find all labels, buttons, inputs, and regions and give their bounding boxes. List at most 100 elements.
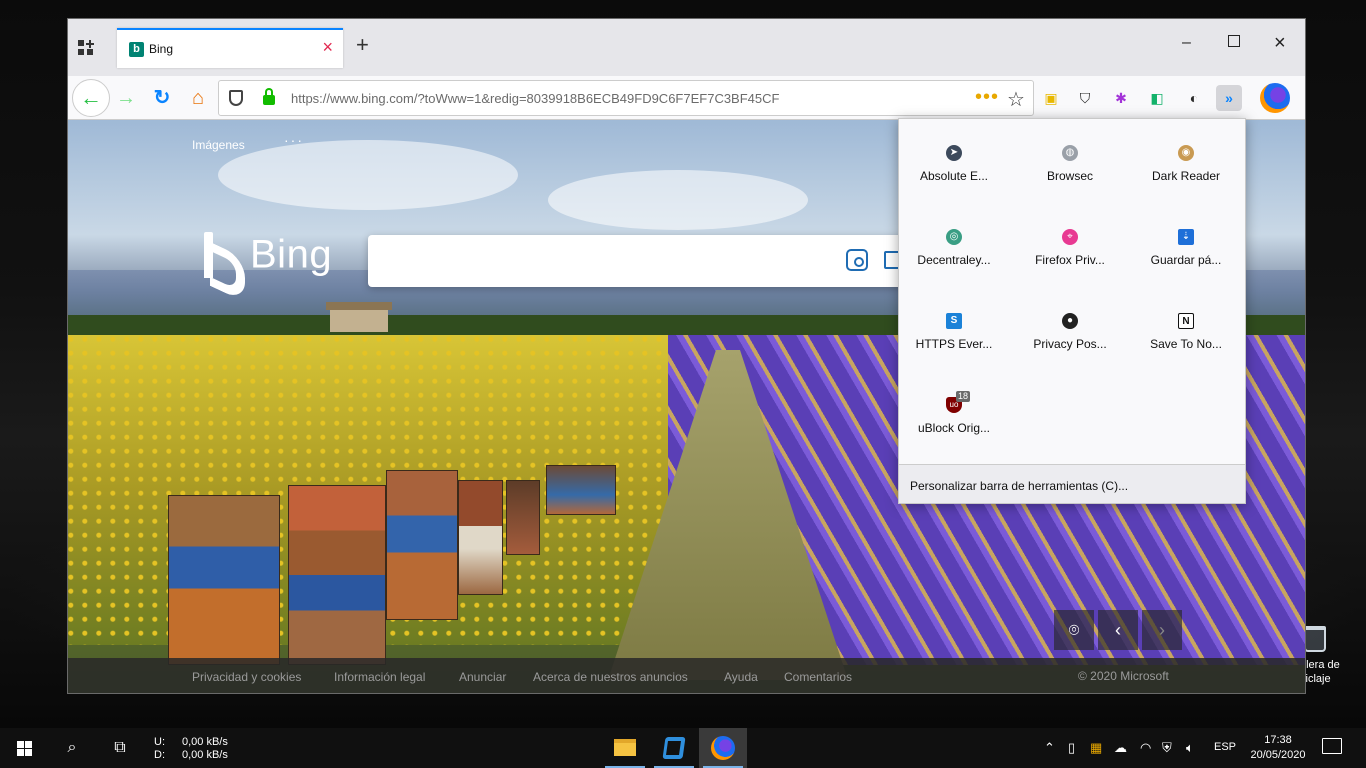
firefox-account-icon[interactable] [1260,83,1290,113]
extension-save-to-notion[interactable]: N Save To No... [1131,287,1241,351]
extension-absolute-enable[interactable]: ➤ Absolute E... [899,119,1009,183]
extension-firefox-privacy[interactable]: ⌖ Firefox Priv... [1015,203,1125,267]
tab-bar: b Bing × + – × [68,19,1305,76]
extension-sidebar-icon[interactable]: ◧ [1144,85,1170,111]
language-indicator[interactable]: ESP [1214,741,1236,753]
notion-icon: N [1178,313,1194,329]
firefox-taskbar-icon[interactable] [699,728,747,768]
dark-reader-icon: ◉ [1178,145,1194,161]
help-link[interactable]: Ayuda [724,670,758,684]
extension-label: uBlock Orig... [917,421,991,435]
notification-center-icon[interactable] [1322,738,1342,754]
decentraleyes-icon: ◎ [946,229,962,245]
bookmark-star-icon[interactable]: ☆ [1007,87,1025,112]
app-tray-icon[interactable]: ▦ [1090,740,1102,756]
extension-label: Browsec [1046,169,1093,183]
search-icon[interactable]: ⌕ [48,728,96,768]
farmhouse [326,302,392,332]
extension-ublock-origin[interactable]: uo 18 uBlock Orig... [899,371,1009,435]
home-button[interactable]: ⌂ [182,82,214,114]
legal-link[interactable]: Información legal [334,670,425,684]
upload-label: U: [154,736,165,748]
cursor-icon: ➤ [946,145,962,161]
download-value: 0,00 kB/s [182,749,228,761]
back-button[interactable]: ← [72,79,110,117]
possum-icon: ● [1062,313,1078,329]
extension-label: Privacy Pos... [1033,337,1107,351]
feedback-link[interactable]: Comentarios [784,670,852,684]
wifi-icon[interactable]: ◠ [1140,740,1151,756]
tab-bing[interactable]: b Bing × [117,28,343,68]
location-icon: ⌖ [1062,229,1078,245]
extension-bookmark-icon[interactable]: ▣ [1038,85,1064,111]
start-button[interactable] [0,728,48,768]
page-actions-button[interactable]: ••• [975,86,999,109]
extensions-overflow-panel: ➤ Absolute E... ◍ Browsec ◉ Dark Reader … [898,118,1246,504]
task-view-icon[interactable]: ⧉ [96,728,144,768]
usb-icon[interactable]: ▯ [1068,740,1075,756]
visual-search-icon[interactable] [846,249,868,271]
search-input[interactable] [368,235,928,287]
clock-date: 20/05/2020 [1250,749,1306,761]
url-text[interactable]: https://www.bing.com/?toWww=1&redig=8039… [291,91,779,106]
nav-images-link[interactable]: Imágenes [192,138,245,152]
minimize-button[interactable]: – [1182,33,1191,53]
new-tab-button[interactable]: + [356,33,369,57]
upload-value: 0,00 kB/s [182,736,228,748]
extension-privacy-possum[interactable]: ● Privacy Pos... [1015,287,1125,351]
maximize-button[interactable] [1228,35,1240,47]
bing-logo-text: Bing [250,232,333,277]
reload-button[interactable]: ↻ [146,82,178,114]
beehive [546,465,616,515]
onedrive-icon[interactable]: ☁ [1114,740,1127,756]
location-pin-icon[interactable]: ⌾ [1054,610,1094,650]
beehive [288,485,386,665]
about-ads-link[interactable]: Acerca de nuestros anuncios [533,670,688,684]
defender-icon[interactable]: ⛨ [1162,740,1172,756]
extension-label: Firefox Priv... [1035,253,1105,267]
overflow-menu-button[interactable]: » [1216,85,1242,111]
show-hidden-icons[interactable]: ⌃ [1044,740,1055,756]
volume-icon[interactable]: 🔈︎ [1186,740,1194,756]
extension-browsec[interactable]: ◍ Browsec [1015,119,1125,183]
extension-label: Guardar pá... [1150,253,1222,267]
clock-time: 17:38 [1264,734,1292,746]
download-label: D: [154,749,165,761]
extension-save-page[interactable]: ⇣ Guardar pá... [1131,203,1241,267]
copyright: © 2020 Microsoft [1078,669,1169,683]
tab-overview-icon[interactable] [78,40,94,56]
customize-toolbar-button[interactable]: Personalizar barra de herramientas (C)..… [899,465,1245,503]
extension-decentraleyes[interactable]: ◎ Decentraley... [899,203,1009,267]
taskbar: ⌕ ⧉ U: 0,00 kB/s D: 0,00 kB/s ⌃ ▯ ▦ ☁ ◠ … [0,728,1366,768]
globe-icon: ◍ [1062,145,1078,161]
extension-label: Decentraley... [917,253,991,267]
close-tab-icon[interactable]: × [322,38,333,56]
extension-shield-icon[interactable]: ⛉ [1072,85,1098,111]
clock[interactable]: 17:38 20/05/2020 [1248,733,1308,763]
lock-icon[interactable] [263,88,275,105]
forward-button[interactable]: → [110,82,142,114]
bing-b-icon [204,232,236,282]
recycle-bin[interactable]: elera de ciclaje [1296,622,1366,692]
recycle-bin-icon [1304,626,1326,652]
file-explorer-icon[interactable] [601,728,649,768]
cloud [548,170,808,230]
extension-dark-reader[interactable]: ◉ Dark Reader [1131,119,1241,183]
nav-more-button[interactable]: ··· [284,132,304,148]
bing-icon: b [129,42,144,57]
extension-hexagon-icon[interactable]: ✱ [1108,85,1134,111]
vscode-icon[interactable] [650,728,698,768]
url-bar[interactable]: https://www.bing.com/?toWww=1&redig=8039… [218,80,1034,116]
extension-https-everywhere[interactable]: S HTTPS Ever... [899,287,1009,351]
previous-image-button[interactable]: ‹ [1098,610,1138,650]
customize-toolbar-label: Personalizar barra de herramientas (C)..… [910,479,1129,493]
privacy-link[interactable]: Privacidad y cookies [192,670,301,684]
next-image-button[interactable]: › [1142,610,1182,650]
advertise-link[interactable]: Anunciar [459,670,506,684]
beehive [386,470,458,620]
tracking-shield-icon[interactable] [229,90,243,106]
ublock-badge: 18 [956,391,971,402]
close-window-button[interactable]: × [1274,33,1286,53]
save-page-icon: ⇣ [1178,229,1194,245]
extension-eye-icon[interactable]: ◐ [1181,85,1207,111]
